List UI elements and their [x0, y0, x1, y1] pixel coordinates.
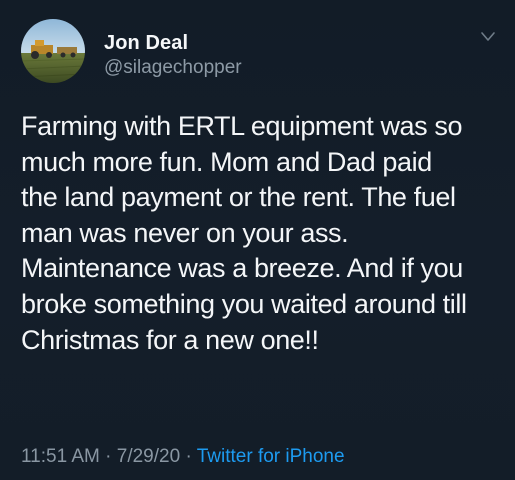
tweet-meta: 11:51 AM · 7/29/20 · Twitter for iPhone [21, 446, 345, 468]
meta-separator: · [99, 446, 117, 467]
tweet-text: Farming with ERTL equipment was so much … [21, 111, 467, 355]
author-handle[interactable]: @silagechopper [104, 57, 242, 79]
tweet-source-link[interactable]: Twitter for iPhone [197, 446, 345, 467]
tweet-card: Jon Deal @silagechopper Farming with ERT… [0, 0, 515, 480]
author-display-name[interactable]: Jon Deal [104, 32, 188, 55]
chevron-down-icon[interactable] [478, 29, 498, 45]
tweet-time[interactable]: 11:51 AM [21, 446, 100, 467]
author-avatar[interactable] [21, 19, 85, 83]
tweet-date[interactable]: 7/29/20 [117, 446, 180, 467]
avatar-photo-icon [21, 19, 85, 83]
meta-separator: · [180, 446, 197, 467]
